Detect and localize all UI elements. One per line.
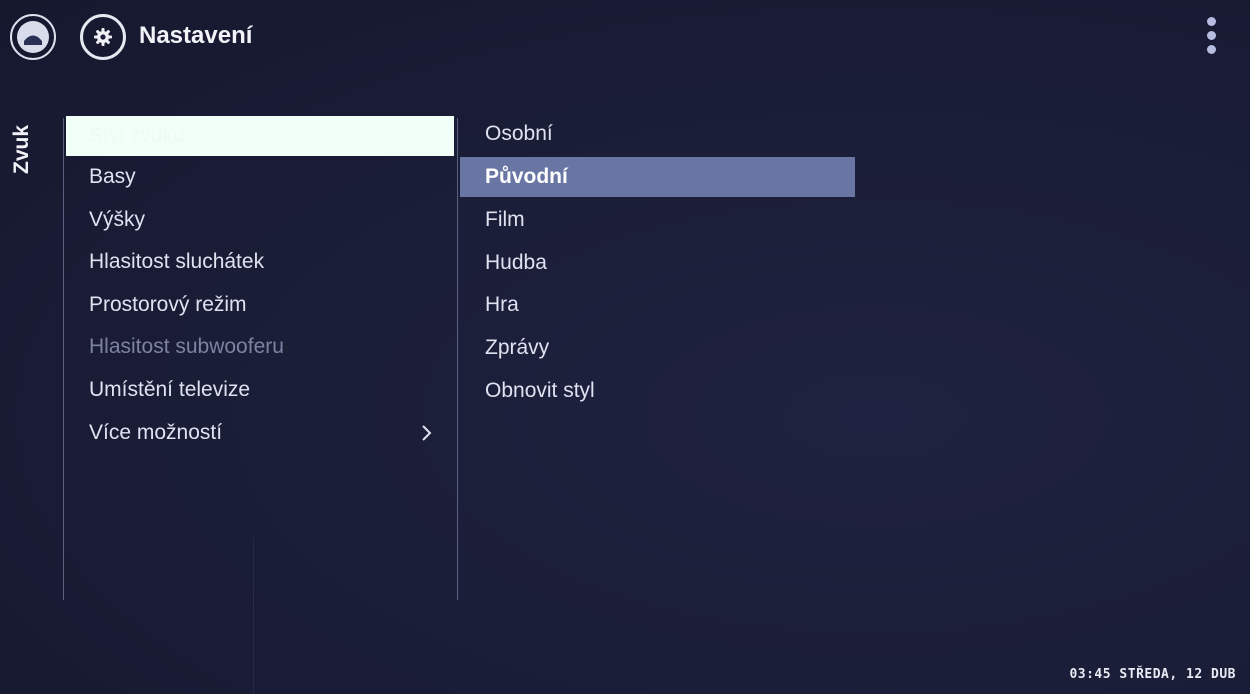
option-label: Hudba <box>485 250 547 274</box>
top-bar: Nastavení <box>0 0 1250 80</box>
sound-style-options: Osobní Původní Film Hudba Hra Zprávy Obn… <box>460 113 855 413</box>
option-reset-style[interactable]: Obnovit styl <box>460 370 855 413</box>
menu-item-label: Styl zvuku <box>89 124 185 147</box>
menu-item-label: Prostorový režim <box>89 292 247 316</box>
left-divider <box>63 118 64 600</box>
middle-divider <box>457 118 458 600</box>
menu-item-bass[interactable]: Basy <box>66 156 454 199</box>
page-title: Nastavení <box>139 22 253 49</box>
option-label: Obnovit styl <box>485 378 595 402</box>
menu-item-sound-style[interactable]: Styl zvuku <box>66 116 454 156</box>
home-button[interactable] <box>10 14 56 60</box>
option-music[interactable]: Hudba <box>460 242 855 285</box>
status-clock: 03:45 STŘEDA, 12 DUB <box>1069 667 1236 682</box>
more-options-button[interactable] <box>1198 14 1226 58</box>
option-label: Zprávy <box>485 336 550 360</box>
more-vertical-icon-dot <box>1207 45 1216 54</box>
menu-item-label: Basy <box>89 165 136 188</box>
option-label: Původní <box>485 164 568 188</box>
menu-item-label: Hlasitost sluchátek <box>89 250 265 274</box>
home-icon <box>24 35 42 45</box>
menu-item-label: Umístění televize <box>89 377 251 401</box>
chevron-right-icon <box>422 424 432 441</box>
menu-item-headphone-volume[interactable]: Hlasitost sluchátek <box>66 241 454 284</box>
background-line <box>253 538 254 694</box>
menu-item-label: Hlasitost subwooferu <box>89 335 284 359</box>
gear-icon <box>94 28 112 46</box>
option-news[interactable]: Zprávy <box>460 327 855 370</box>
option-game[interactable]: Hra <box>460 284 855 327</box>
option-label: Hra <box>485 293 519 317</box>
menu-item-tv-placement[interactable]: Umístění televize <box>66 369 454 412</box>
menu-item-surround-mode[interactable]: Prostorový režim <box>66 284 454 327</box>
more-vertical-icon-dot <box>1207 31 1216 40</box>
option-movie[interactable]: Film <box>460 199 855 242</box>
option-label: Osobní <box>485 122 553 145</box>
menu-item-treble[interactable]: Výšky <box>66 199 454 242</box>
option-original[interactable]: Původní <box>460 156 855 197</box>
menu-item-label: Více možností <box>89 420 223 444</box>
section-label: Zvuk <box>10 124 33 174</box>
option-personal[interactable]: Osobní <box>460 113 855 156</box>
sound-settings-menu: Styl zvuku Basy Výšky Hlasitost slucháte… <box>66 116 454 454</box>
menu-item-more-options[interactable]: Více možností <box>66 412 454 455</box>
menu-item-subwoofer-volume: Hlasitost subwooferu <box>66 326 454 369</box>
more-vertical-icon <box>1207 17 1216 26</box>
option-label: Film <box>485 207 525 231</box>
settings-button[interactable] <box>80 14 126 60</box>
menu-item-label: Výšky <box>89 207 146 231</box>
